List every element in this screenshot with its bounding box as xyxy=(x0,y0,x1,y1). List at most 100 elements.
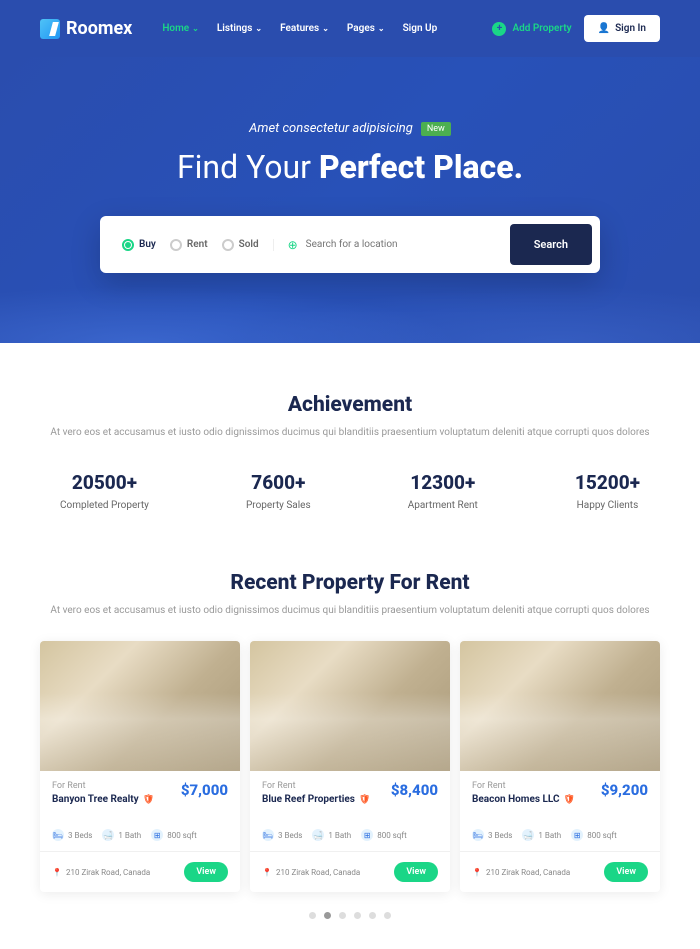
property-price: $8,400 xyxy=(391,781,438,799)
view-button[interactable]: View xyxy=(394,862,438,882)
search-type-buy[interactable]: Buy xyxy=(122,239,156,251)
radio-icon xyxy=(222,239,234,251)
spec-bath: 🛁1 Bath xyxy=(102,829,141,841)
chevron-down-icon: ⌄ xyxy=(192,24,199,33)
spec-sqft: ⊞800 sqft xyxy=(151,829,197,841)
search-type-rent[interactable]: Rent xyxy=(170,239,208,251)
carousel-dot[interactable] xyxy=(309,912,316,919)
property-tag: For Rent xyxy=(472,781,575,791)
chevron-down-icon: ⌄ xyxy=(322,24,329,33)
new-badge: New xyxy=(421,122,451,136)
search-button[interactable]: Search xyxy=(510,224,592,265)
property-specs: 🛏3 Beds 🛁1 Bath ⊞800 sqft xyxy=(472,819,648,841)
hero-tagline: Amet consectetur adipisicing New xyxy=(249,121,451,136)
recent-desc: At vero eos et accusamus et iusto odio d… xyxy=(40,603,660,619)
stat-value: 20500+ xyxy=(60,471,149,494)
nav-home[interactable]: Home ⌄ xyxy=(162,23,199,34)
card-footer: 📍210 Zirak Road, Canada View xyxy=(250,851,450,892)
property-title: Blue Reef Properties 🛡 xyxy=(262,794,370,805)
bath-icon: 🛁 xyxy=(102,829,114,841)
property-price: $7,000 xyxy=(181,781,228,799)
view-button[interactable]: View xyxy=(604,862,648,882)
nav-features[interactable]: Features ⌄ xyxy=(280,23,329,34)
property-price: $9,200 xyxy=(601,781,648,799)
property-address: 📍210 Zirak Road, Canada xyxy=(52,868,150,877)
area-icon: ⊞ xyxy=(151,829,163,841)
user-icon: 👤 xyxy=(598,23,610,34)
chevron-down-icon: ⌄ xyxy=(255,24,262,33)
stat-value: 7600+ xyxy=(246,471,311,494)
search-type-sold[interactable]: Sold xyxy=(222,239,259,251)
property-specs: 🛏3 Beds 🛁1 Bath ⊞800 sqft xyxy=(262,819,438,841)
nav-signup[interactable]: Sign Up xyxy=(403,23,438,34)
carousel-dots xyxy=(40,912,660,919)
search-input[interactable] xyxy=(306,239,496,250)
property-address: 📍210 Zirak Road, Canada xyxy=(472,868,570,877)
carousel-dot[interactable] xyxy=(324,912,331,919)
card-body: For Rent Blue Reef Properties 🛡 $8,400 🛏… xyxy=(250,771,450,851)
shield-icon: 🛡 xyxy=(359,795,370,805)
property-image xyxy=(40,641,240,771)
achievement-section: Achievement At vero eos et accusamus et … xyxy=(0,343,700,541)
recent-section: Recent Property For Rent At vero eos et … xyxy=(0,541,700,949)
stats-row: 20500+ Completed Property 7600+ Property… xyxy=(40,471,660,511)
stat-label: Apartment Rent xyxy=(408,500,478,511)
logo[interactable]: Roomex xyxy=(40,18,132,39)
stat-completed: 20500+ Completed Property xyxy=(60,471,149,511)
shield-icon: 🛡 xyxy=(564,795,575,805)
spec-sqft: ⊞800 sqft xyxy=(571,829,617,841)
carousel-dot[interactable] xyxy=(384,912,391,919)
hero-title: Find Your Perfect Place. xyxy=(40,148,660,186)
location-icon: ⊕ xyxy=(288,238,298,252)
radio-icon xyxy=(122,239,134,251)
property-cards: For Rent Banyon Tree Realty 🛡 $7,000 🛏3 … xyxy=(40,641,660,892)
achievement-desc: At vero eos et accusamus et iusto odio d… xyxy=(40,425,660,441)
card-body: For Rent Beacon Homes LLC 🛡 $9,200 🛏3 Be… xyxy=(460,771,660,851)
carousel-dot[interactable] xyxy=(339,912,346,919)
pin-icon: 📍 xyxy=(52,868,62,877)
achievement-title: Achievement xyxy=(40,393,660,417)
logo-text: Roomex xyxy=(66,18,132,39)
property-image xyxy=(460,641,660,771)
property-card[interactable]: For Rent Beacon Homes LLC 🛡 $9,200 🛏3 Be… xyxy=(460,641,660,892)
spec-sqft: ⊞800 sqft xyxy=(361,829,407,841)
spec-beds: 🛏3 Beds xyxy=(262,829,302,841)
bed-icon: 🛏 xyxy=(262,829,274,841)
stat-sales: 7600+ Property Sales xyxy=(246,471,311,511)
property-card[interactable]: For Rent Banyon Tree Realty 🛡 $7,000 🛏3 … xyxy=(40,641,240,892)
hero-section: Amet consectetur adipisicing New Find Yo… xyxy=(0,57,700,343)
sign-in-button[interactable]: 👤 Sign In xyxy=(584,15,660,42)
recent-title: Recent Property For Rent xyxy=(40,571,660,595)
property-tag: For Rent xyxy=(262,781,370,791)
logo-icon xyxy=(40,19,60,39)
property-address: 📍210 Zirak Road, Canada xyxy=(262,868,360,877)
stat-label: Completed Property xyxy=(60,500,149,511)
carousel-dot[interactable] xyxy=(354,912,361,919)
card-footer: 📍210 Zirak Road, Canada View xyxy=(40,851,240,892)
add-property-button[interactable]: + Add Property xyxy=(492,22,571,36)
search-input-wrapper: ⊕ xyxy=(274,238,510,252)
search-bar: Buy Rent Sold ⊕ Search xyxy=(100,216,600,273)
view-button[interactable]: View xyxy=(184,862,228,882)
stat-label: Happy Clients xyxy=(575,500,640,511)
stat-clients: 15200+ Happy Clients xyxy=(575,471,640,511)
radio-icon xyxy=(170,239,182,251)
nav-listings[interactable]: Listings ⌄ xyxy=(217,23,262,34)
main-nav: Home ⌄ Listings ⌄ Features ⌄ Pages ⌄ Sig… xyxy=(162,23,437,34)
chevron-down-icon: ⌄ xyxy=(378,24,385,33)
property-image xyxy=(250,641,450,771)
bed-icon: 🛏 xyxy=(472,829,484,841)
carousel-dot[interactable] xyxy=(369,912,376,919)
stat-value: 15200+ xyxy=(575,471,640,494)
property-card[interactable]: For Rent Blue Reef Properties 🛡 $8,400 🛏… xyxy=(250,641,450,892)
stat-value: 12300+ xyxy=(408,471,478,494)
property-title: Banyon Tree Realty 🛡 xyxy=(52,794,154,805)
spec-bath: 🛁1 Bath xyxy=(312,829,351,841)
nav-pages[interactable]: Pages ⌄ xyxy=(347,23,385,34)
spec-beds: 🛏3 Beds xyxy=(472,829,512,841)
shield-icon: 🛡 xyxy=(143,795,154,805)
area-icon: ⊞ xyxy=(571,829,583,841)
spec-beds: 🛏3 Beds xyxy=(52,829,92,841)
card-footer: 📍210 Zirak Road, Canada View xyxy=(460,851,660,892)
stat-label: Property Sales xyxy=(246,500,311,511)
